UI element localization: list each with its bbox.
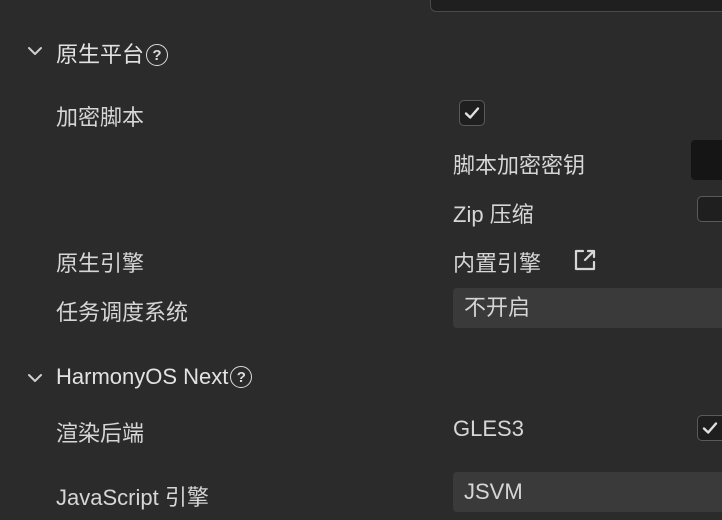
js-engine-label: JavaScript 引擎: [56, 485, 209, 510]
chevron-down-icon[interactable]: [26, 369, 44, 387]
zip-compress-label: Zip 压缩: [453, 202, 534, 227]
render-backend-gles3-checkbox[interactable]: [697, 415, 722, 441]
help-circle-icon[interactable]: ?: [146, 44, 169, 66]
render-backend-label: 渲染后端: [56, 421, 145, 446]
encrypt-script-checkbox[interactable]: [459, 100, 485, 126]
top-input-field[interactable]: [430, 0, 722, 12]
native-engine-value: 内置引擎: [453, 251, 542, 276]
build-settings-panel: 原生平台? 加密脚本 脚本加密密钥 Zip 压缩 原生引擎 内置引擎 任务调度系…: [0, 0, 722, 520]
task-scheduler-label: 任务调度系统: [56, 300, 189, 325]
script-key-input[interactable]: [691, 140, 722, 180]
script-key-label: 脚本加密密钥: [453, 153, 586, 178]
native-platform-section-header: 原生平台?: [56, 37, 169, 69]
native-engine-label: 原生引擎: [56, 251, 145, 276]
help-circle-icon[interactable]: ?: [230, 366, 253, 388]
check-icon: [702, 422, 718, 434]
external-link-icon[interactable]: [572, 247, 598, 273]
harmony-title: HarmonyOS Next: [56, 364, 229, 389]
zip-compress-checkbox[interactable]: [697, 196, 722, 222]
check-icon: [464, 107, 480, 119]
render-backend-option-label: GLES3: [453, 416, 524, 441]
chevron-down-icon[interactable]: [26, 42, 44, 60]
js-engine-select[interactable]: JSVM: [453, 472, 722, 512]
native-platform-title: 原生平台: [56, 42, 145, 67]
encrypt-script-label: 加密脚本: [56, 105, 145, 130]
harmony-section-header: HarmonyOS Next?: [56, 364, 253, 390]
task-scheduler-select[interactable]: 不开启: [453, 288, 722, 328]
